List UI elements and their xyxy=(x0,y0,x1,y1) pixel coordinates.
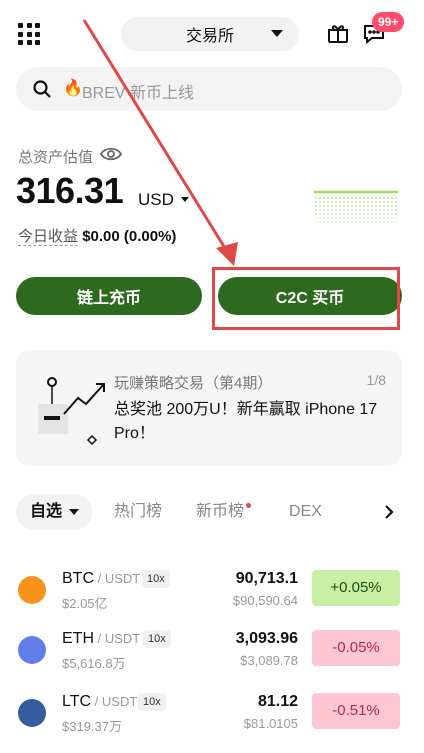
chevron-down-icon xyxy=(271,30,283,37)
market-tabs: 自选 热门榜 新币榜 DEX xyxy=(16,494,406,530)
leverage-badge: 10x xyxy=(143,630,171,648)
pair-symbol: BTC / USDT xyxy=(62,570,140,588)
change-badge[interactable]: +0.05% xyxy=(312,570,400,606)
tab-new-coins-label: 新币榜 xyxy=(196,503,245,520)
promo-card[interactable]: 玩赚策略交易（第4期） 1/8 总奖池 200万U！新年赢取 iPhone 17… xyxy=(16,350,402,466)
base-symbol: ETH xyxy=(62,630,94,647)
chevron-down-icon xyxy=(69,509,79,515)
market-row-btc[interactable]: BTC / USDT 10x $2.05亿 90,713.1 $90,590.64 +0.… xyxy=(0,560,424,620)
today-pnl-value: $0.00 (0.00%) xyxy=(82,228,177,245)
ltc-coin-icon xyxy=(18,699,46,727)
chevron-down-icon[interactable] xyxy=(181,197,189,202)
btc-coin-icon xyxy=(18,576,46,604)
quote-symbol: / USDT xyxy=(91,694,138,709)
notification-badge: 99+ xyxy=(372,12,405,32)
base-symbol: LTC xyxy=(62,693,92,710)
new-dot-indicator xyxy=(246,503,252,508)
leverage-badge: 10x xyxy=(142,570,170,588)
search-placeholder: BREV 新币上线 xyxy=(82,85,195,102)
exchange-label: 交易所 xyxy=(185,28,234,45)
promo-description: 总奖池 200万U！新年赢取 iPhone 17 Pro！ xyxy=(114,401,378,442)
eye-icon[interactable] xyxy=(100,146,122,162)
annotation-highlight-box xyxy=(212,267,400,330)
fire-icon: 🔥 xyxy=(63,80,83,97)
volume: $5,616.8万 xyxy=(62,656,126,671)
fiat-price: $3,089.78 xyxy=(240,653,298,668)
market-row-eth[interactable]: ETH / USDT 10x $5,616.8万 3,093.96 $3,089.78-… xyxy=(0,620,424,680)
total-asset-value: 316.31 xyxy=(16,170,124,211)
market-row-ltc[interactable]: LTC / USDT 10x $319.37万 81.12 $81.0105 -0.51% xyxy=(0,683,424,743)
currency-unit[interactable]: USD xyxy=(138,190,174,210)
tab-favorites[interactable]: 自选 xyxy=(16,494,92,530)
volume: $2.05亿 xyxy=(62,596,108,611)
asset-sparkline xyxy=(314,190,398,223)
strategy-illustration-icon xyxy=(38,377,105,446)
tab-hot[interactable]: 热门榜 xyxy=(114,494,162,530)
change-badge[interactable]: -0.05% xyxy=(312,630,400,666)
quote-symbol: / USDT xyxy=(94,631,141,646)
promo-title: 玩赚策略交易（第4期） xyxy=(114,375,273,392)
promo-counter: 1/8 xyxy=(366,372,386,388)
pair-symbol: ETH / USDT xyxy=(62,630,140,648)
change-badge[interactable]: -0.51% xyxy=(312,693,400,729)
total-asset-label: 总资产估值 xyxy=(18,149,94,166)
deposit-button[interactable]: 链上充币 xyxy=(16,277,202,315)
chevron-right-icon[interactable] xyxy=(382,504,396,520)
menu-grid-icon[interactable] xyxy=(18,23,40,45)
pair-symbol: LTC / USDT xyxy=(62,693,137,711)
base-symbol: BTC xyxy=(62,570,94,587)
fiat-price: $81.0105 xyxy=(243,716,298,731)
last-price: 3,093.96 xyxy=(235,630,298,647)
tab-favorites-label: 自选 xyxy=(30,503,63,520)
search-icon xyxy=(33,80,51,98)
volume: $319.37万 xyxy=(62,719,122,734)
fiat-price: $90,590.64 xyxy=(232,593,298,608)
today-pnl: 今日收益 $0.00 (0.00%) xyxy=(18,225,176,246)
quote-symbol: / USDT xyxy=(94,571,141,586)
tab-new-coins[interactable]: 新币榜 xyxy=(196,494,252,530)
top-bar: 交易所 99+ xyxy=(0,0,424,66)
last-price: 81.12 xyxy=(257,693,298,710)
gift-icon[interactable] xyxy=(326,21,350,45)
tab-dex[interactable]: DEX xyxy=(289,494,322,530)
search-bar[interactable]: 🔥 BREV 新币上线 xyxy=(16,67,402,111)
last-price: 90,713.1 xyxy=(235,570,298,587)
today-pnl-label[interactable]: 今日收益 xyxy=(18,228,79,246)
leverage-badge: 10x xyxy=(138,693,166,711)
exchange-selector[interactable]: 交易所 xyxy=(121,17,299,51)
eth-coin-icon xyxy=(18,636,46,664)
